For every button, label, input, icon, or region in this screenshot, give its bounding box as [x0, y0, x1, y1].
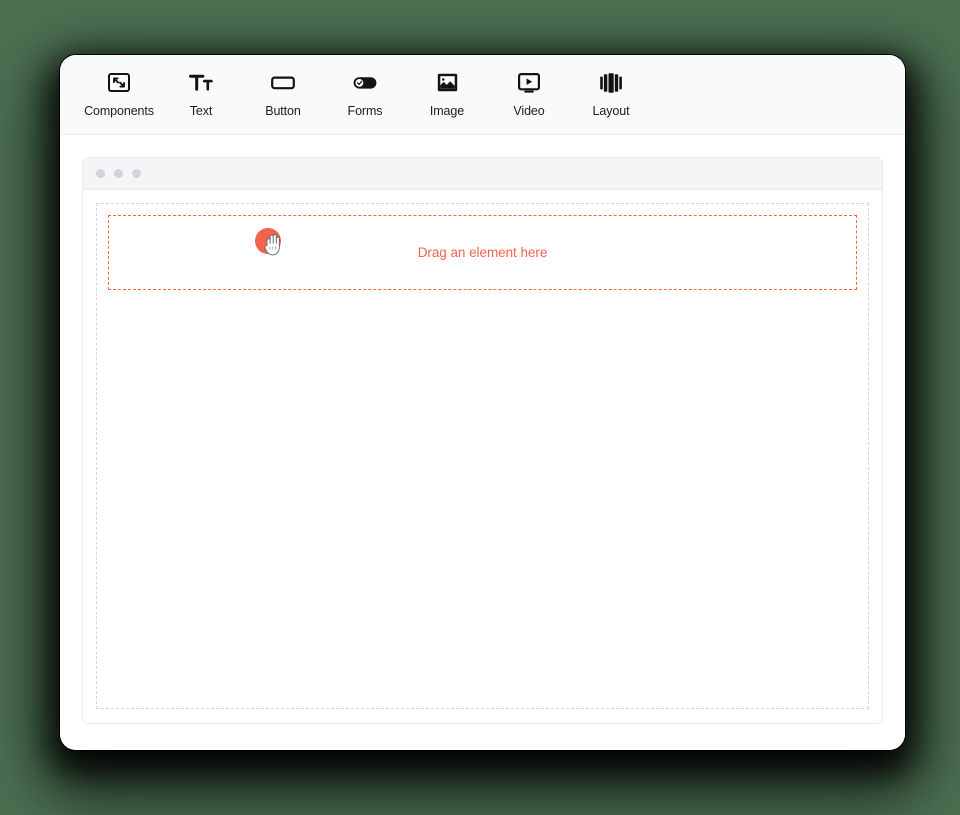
toolbar-item-video[interactable]: Video	[488, 64, 570, 126]
editor-body: Drag an element here	[60, 135, 905, 750]
window-dot-maximize[interactable]	[132, 169, 141, 178]
canvas-titlebar	[83, 158, 882, 190]
toolbar-item-label: Image	[429, 103, 465, 118]
cursor-highlight-blob	[255, 228, 281, 254]
toolbar-item-forms[interactable]: Forms	[324, 64, 406, 126]
forms-toggle-icon	[353, 70, 377, 96]
dropzone-label: Drag an element here	[417, 245, 548, 260]
toolbar-item-button[interactable]: Button	[242, 64, 324, 126]
grabbing-hand-cursor	[255, 228, 285, 258]
element-toolbar: Components Text Button Forms Image Video…	[60, 55, 905, 135]
components-icon	[108, 70, 130, 96]
app-window: Components Text Button Forms Image Video…	[60, 55, 905, 750]
window-dot-minimize[interactable]	[114, 169, 123, 178]
canvas-frame: Drag an element here	[82, 157, 883, 724]
toolbar-item-label: Layout	[592, 103, 630, 118]
toolbar-item-label: Text	[189, 103, 213, 118]
toolbar-item-label: Components	[84, 103, 154, 118]
toolbar-item-image[interactable]: Image	[406, 64, 488, 126]
image-icon	[437, 70, 458, 96]
button-icon	[271, 70, 295, 96]
text-icon	[189, 70, 213, 96]
toolbar-item-layout[interactable]: Layout	[570, 64, 652, 126]
layout-columns-icon	[600, 70, 622, 96]
hand-icon	[264, 234, 283, 261]
toolbar-item-text[interactable]: Text	[160, 64, 242, 126]
toolbar-item-label: Button	[265, 103, 301, 118]
toolbar-item-label: Video	[513, 103, 545, 118]
toolbar-item-label: Forms	[347, 103, 383, 118]
video-icon	[518, 70, 540, 96]
window-dot-close[interactable]	[96, 169, 105, 178]
active-dropzone[interactable]: Drag an element here	[108, 215, 857, 290]
canvas-surface[interactable]: Drag an element here	[83, 190, 882, 723]
canvas-dropzone-outer[interactable]: Drag an element here	[96, 203, 869, 709]
toolbar-item-components[interactable]: Components	[78, 64, 160, 126]
